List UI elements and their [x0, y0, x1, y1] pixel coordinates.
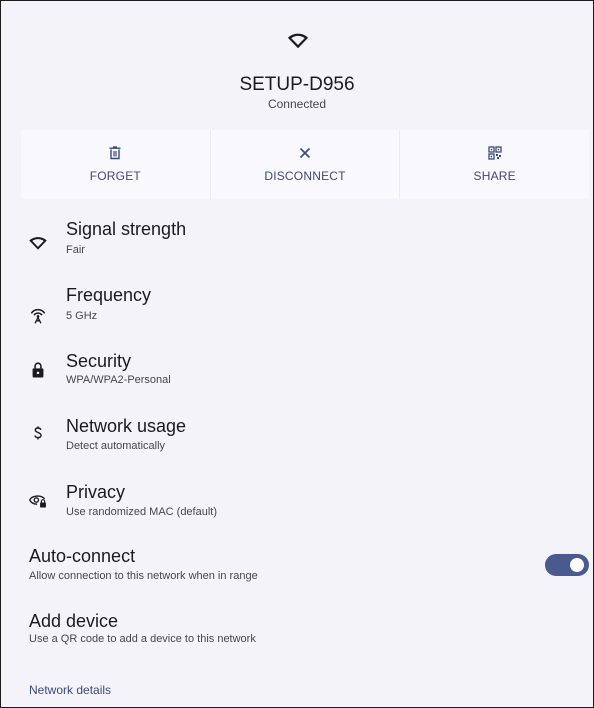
signal-strength-title: Signal strength: [66, 219, 187, 239]
signal-strength-value: Fair: [66, 244, 85, 256]
privacy-eye-icon: [29, 495, 46, 508]
frequency-row[interactable]: Frequency 5 GHz: [1, 279, 593, 335]
frequency-value: 5 GHz: [66, 310, 98, 322]
dollar-icon: [34, 426, 42, 440]
connection-status: Connected: [267, 97, 327, 111]
wifi-icon: [287, 33, 309, 49]
network-name: SETUP-D956: [239, 74, 355, 95]
lock-icon: [32, 362, 44, 378]
wifi-icon: [29, 237, 47, 250]
auto-connect-description: Allow connection to this network when in…: [29, 570, 258, 582]
security-value: WPA/WPA2-Personal: [66, 374, 171, 386]
network-details-link[interactable]: Network details: [29, 683, 111, 697]
privacy-title: Privacy: [66, 482, 126, 502]
wifi-network-details-screen: SETUP-D956 Connected FORGET DISCONNECT S…: [0, 0, 594, 708]
trash-icon: [109, 146, 121, 160]
auto-connect-toggle[interactable]: [545, 554, 589, 576]
forget-button[interactable]: FORGET: [21, 130, 211, 199]
add-device-row[interactable]: Add device Use a QR code to add a device…: [1, 609, 593, 657]
frequency-title: Frequency: [66, 285, 152, 305]
qr-code-icon: [488, 146, 502, 160]
toggle-knob: [570, 558, 584, 572]
share-button[interactable]: SHARE: [400, 130, 589, 199]
forget-label: FORGET: [89, 169, 141, 183]
close-icon: [299, 147, 311, 159]
signal-strength-row[interactable]: Signal strength Fair: [1, 213, 593, 269]
add-device-description: Use a QR code to add a device to this ne…: [29, 633, 256, 645]
antenna-icon: [30, 309, 46, 324]
auto-connect-row[interactable]: Auto-connect Allow connection to this ne…: [1, 544, 593, 592]
action-bar: FORGET DISCONNECT SHARE: [21, 130, 589, 199]
network-usage-row[interactable]: Network usage Detect automatically: [1, 411, 593, 467]
disconnect-label: DISCONNECT: [264, 169, 346, 183]
privacy-row[interactable]: Privacy Use randomized MAC (default): [1, 477, 593, 533]
security-title: Security: [66, 351, 132, 371]
network-usage-value: Detect automatically: [66, 440, 166, 452]
add-device-title: Add device: [29, 611, 119, 631]
security-row[interactable]: Security WPA/WPA2-Personal: [1, 345, 593, 401]
auto-connect-title: Auto-connect: [29, 546, 136, 566]
share-label: SHARE: [473, 169, 516, 183]
network-header: SETUP-D956 Connected FORGET DISCONNECT S…: [1, 1, 593, 201]
privacy-value: Use randomized MAC (default): [66, 506, 218, 518]
network-usage-title: Network usage: [66, 416, 187, 436]
disconnect-button[interactable]: DISCONNECT: [211, 130, 401, 199]
